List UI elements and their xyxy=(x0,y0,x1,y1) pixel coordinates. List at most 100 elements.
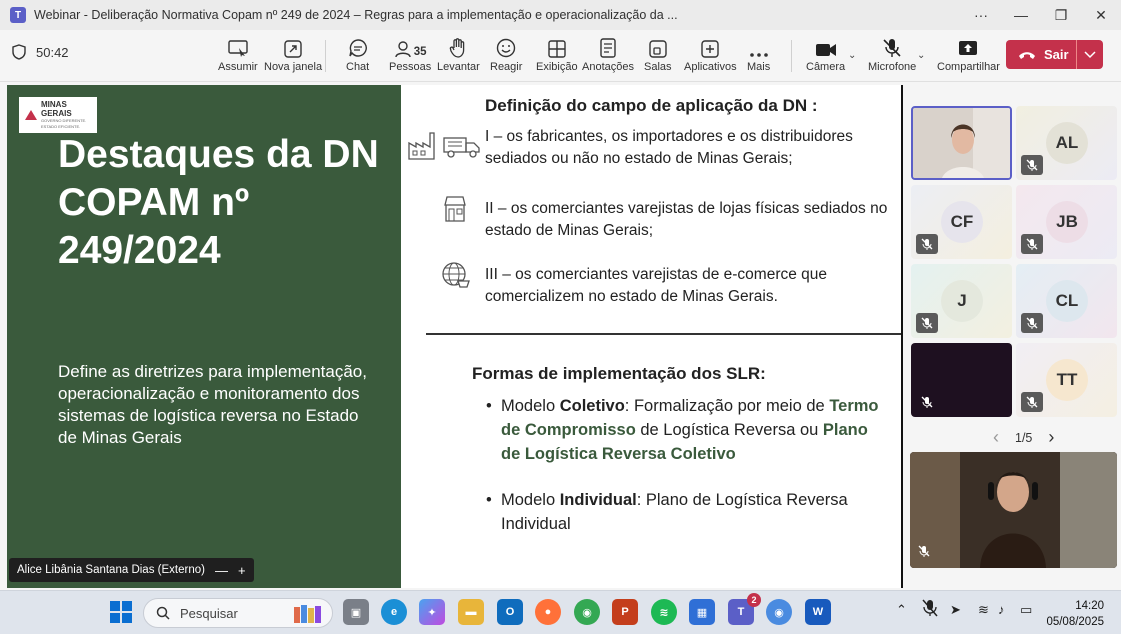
mic-off-icon xyxy=(1021,313,1043,333)
participant-tile-al[interactable]: AL xyxy=(1016,106,1117,180)
minimize-presenter-button[interactable]: — xyxy=(215,563,228,578)
avatar: CF xyxy=(941,201,983,243)
location-icon[interactable]: ➤ xyxy=(950,602,961,618)
mic-in-use-icon[interactable] xyxy=(922,599,938,620)
restore-button[interactable]: ❐ xyxy=(1041,0,1081,30)
self-video-tile[interactable] xyxy=(910,452,1117,568)
notes-icon xyxy=(600,36,616,58)
factory-icon xyxy=(408,132,435,160)
participant-tile-tt[interactable]: TT xyxy=(1016,343,1117,417)
taskbar-clock[interactable]: 14:20 05/08/2025 xyxy=(1046,598,1104,630)
slide-title-panel: MINAS GERAIS GOVERNO DIFERENTE. ESTADO E… xyxy=(7,85,401,588)
notes-button[interactable]: Anotações xyxy=(582,36,634,73)
wifi-icon[interactable]: ≋ xyxy=(978,602,989,618)
word-icon[interactable]: W xyxy=(805,599,831,625)
volume-icon[interactable]: ♪ xyxy=(998,602,1005,617)
take-control-button[interactable]: Assumir xyxy=(218,36,258,73)
timer-text: 50:42 xyxy=(36,44,69,60)
edge-icon[interactable]: e xyxy=(381,599,407,625)
copilot-icon[interactable]: ✦ xyxy=(419,599,445,625)
store-icon xyxy=(444,196,466,222)
ecommerce-globe-icon xyxy=(442,262,470,288)
mic-off-icon xyxy=(918,544,930,562)
minas-gerais-logo: MINAS GERAIS GOVERNO DIFERENTE. ESTADO E… xyxy=(19,97,97,133)
books-decoration-icon xyxy=(294,605,321,623)
leave-options-chevron-icon[interactable] xyxy=(1076,40,1103,69)
camera-button[interactable]: Câmera xyxy=(806,36,845,73)
minimize-button[interactable]: — xyxy=(1001,0,1041,30)
participant-tile-video-off[interactable] xyxy=(911,343,1012,417)
window-title: Webinar - Deliberação Normativa Copam nº… xyxy=(34,8,678,22)
meeting-timer: 50:42 xyxy=(12,44,69,60)
more-button[interactable]: Mais xyxy=(747,36,770,73)
avatar: TT xyxy=(1046,359,1088,401)
show-hidden-icons-chevron-icon[interactable]: ⌃ xyxy=(896,602,907,618)
react-button[interactable]: Reagir xyxy=(490,36,522,73)
rooms-button[interactable]: Salas xyxy=(644,36,672,73)
mic-off-icon xyxy=(916,234,938,254)
apps-icon xyxy=(701,36,719,58)
mic-options-chevron-icon[interactable]: ⌄ xyxy=(917,50,925,61)
teams-icon: T xyxy=(10,7,26,23)
raise-hand-button[interactable]: Levantar xyxy=(437,36,480,73)
video-tile-presenter[interactable] xyxy=(911,106,1012,180)
taskbar-search-input[interactable]: Pesquisar xyxy=(143,598,333,628)
chrome-icon[interactable]: ◉ xyxy=(574,599,600,625)
participant-tile-cl[interactable]: CL xyxy=(1016,264,1117,338)
presenter-name-tag: Alice Libânia Santana Dias (Externo) — + xyxy=(9,558,254,582)
scope-item-1: I – os fabricantes, os importadores e os… xyxy=(485,128,853,167)
share-button[interactable]: Compartilhar xyxy=(937,36,1000,73)
chat-button[interactable]: Chat xyxy=(346,36,369,73)
powerpoint-icon[interactable]: P xyxy=(612,599,638,625)
more-icon xyxy=(749,36,769,58)
delivery-truck-icon xyxy=(443,137,480,158)
more-options-button[interactable]: ··· xyxy=(961,0,1001,30)
slide-divider xyxy=(426,333,903,335)
view-button[interactable]: Exibição xyxy=(536,36,578,73)
next-page-button[interactable]: › xyxy=(1048,427,1054,448)
pop-out-button[interactable]: Nova janela xyxy=(264,36,322,73)
teams-badge: 2 xyxy=(747,593,761,607)
meeting-toolbar: 50:42 Assumir Nova janela Chat 35 Pessoa… xyxy=(0,30,1121,82)
bullet-individual-model: • Modelo Individual: Plano de Logística … xyxy=(486,491,848,533)
slide-edge-line xyxy=(901,85,903,588)
slide-heading-scope: Definição do campo de aplicação da DN : xyxy=(485,96,818,115)
slide-title: Destaques da DN COPAM nº 249/2024 xyxy=(58,133,379,272)
scope-item-3: III – os comerciantes varejistas de e-co… xyxy=(485,266,828,305)
leave-label: Sair xyxy=(1044,47,1069,62)
shared-screen: MINAS GERAIS GOVERNO DIFERENTE. ESTADO E… xyxy=(7,85,903,588)
participant-tile-jb[interactable]: JB xyxy=(1016,185,1117,259)
participant-gallery: AL CF JB J CL TT ‹ 1/5 › xyxy=(905,85,1121,590)
people-icon xyxy=(395,41,411,58)
people-button[interactable]: 35 Pessoas xyxy=(389,36,431,73)
outlook-icon[interactable]: O xyxy=(497,599,523,625)
add-presenter-button[interactable]: + xyxy=(238,563,246,578)
avatar: J xyxy=(941,280,983,322)
file-explorer-icon[interactable]: ▬ xyxy=(458,599,484,625)
view-icon xyxy=(548,36,566,58)
leave-button[interactable]: Sair xyxy=(1006,40,1103,69)
prev-page-button[interactable]: ‹ xyxy=(993,427,999,448)
mic-off-icon xyxy=(1021,234,1043,254)
microphone-button[interactable]: Microfone xyxy=(868,36,916,73)
firefox-icon[interactable]: ● xyxy=(535,599,561,625)
slide-subtitle: Define as diretrizes para implementação,… xyxy=(58,362,367,447)
task-view-icon[interactable]: ▣ xyxy=(343,599,369,625)
page-indicator: 1/5 xyxy=(1015,430,1033,445)
teams-taskbar-icon[interactable]: T 2 xyxy=(728,593,761,625)
battery-icon[interactable]: ▭ xyxy=(1020,602,1032,618)
camera-options-chevron-icon[interactable]: ⌄ xyxy=(848,50,856,61)
apps-button[interactable]: Aplicativos xyxy=(684,36,737,73)
rooms-icon xyxy=(649,36,667,58)
mic-off-icon xyxy=(916,313,938,333)
close-button[interactable]: ✕ xyxy=(1081,0,1121,30)
participant-tile-j[interactable]: J xyxy=(911,264,1012,338)
chrome-profile-icon[interactable]: ◉ xyxy=(766,599,792,625)
windows-start-icon[interactable] xyxy=(108,599,134,625)
participant-tile-cf[interactable]: CF xyxy=(911,185,1012,259)
spotify-icon[interactable]: ≋ xyxy=(651,599,677,625)
slide-content: Definição do campo de aplicação da DN : … xyxy=(401,85,903,588)
mic-off-icon xyxy=(1021,392,1043,412)
calendar-icon[interactable]: ▦ xyxy=(689,599,715,625)
people-count: 35 xyxy=(413,46,427,58)
